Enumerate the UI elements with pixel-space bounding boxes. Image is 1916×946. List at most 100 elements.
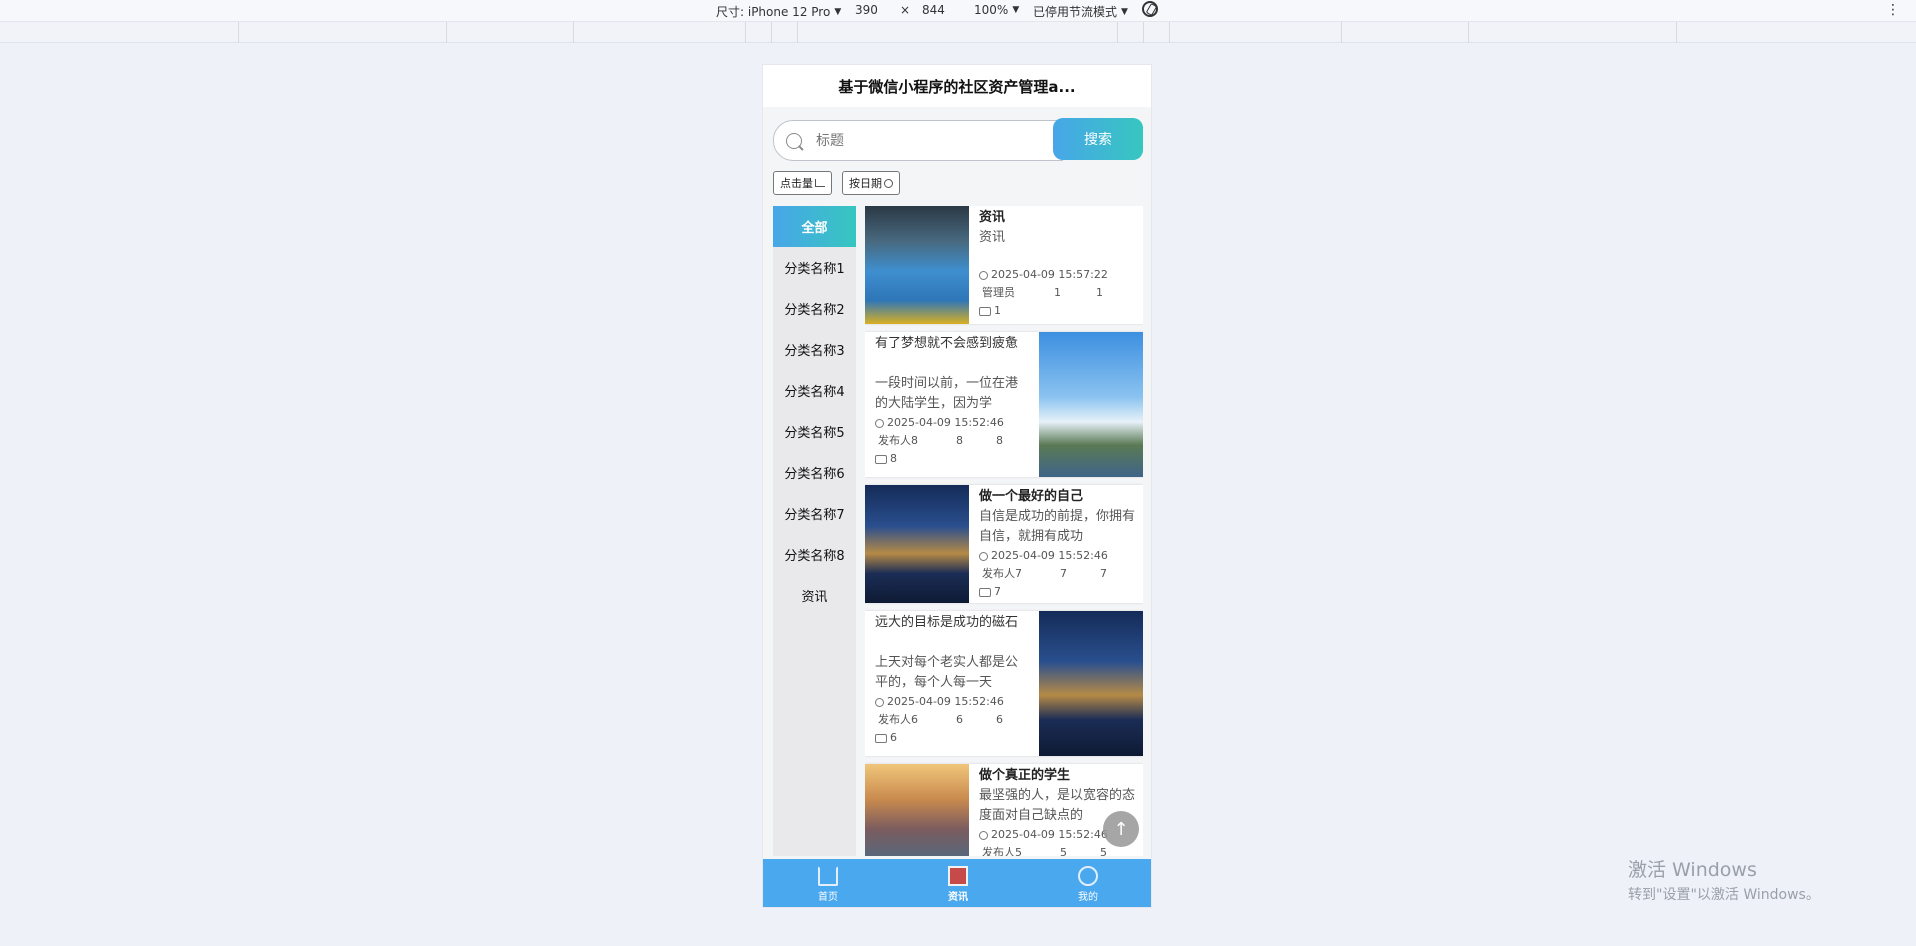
phone-viewport: 基于微信小程序的社区资产管理a... 搜索 点击量 按日期 全部 分类名称1 分… xyxy=(762,64,1152,908)
article-list: 资讯 资讯 2025-04-09 15:57:22 管理员 1 1 1 有了梦想… xyxy=(865,206,1143,856)
category-8[interactable]: 分类名称8 xyxy=(773,534,856,575)
chart-icon xyxy=(815,179,825,187)
article-date: 2025-04-09 15:52:46 xyxy=(991,549,1108,562)
article-image xyxy=(865,206,969,324)
arrow-up-icon: ↑ xyxy=(1113,818,1129,840)
tab-news-label: 资讯 xyxy=(948,891,968,903)
article-likes: 7 xyxy=(1060,567,1067,580)
article-favorites: 5 xyxy=(1100,846,1107,856)
article-favorites: 1 xyxy=(1096,286,1103,299)
category-all[interactable]: 全部 xyxy=(773,206,856,247)
clock-icon xyxy=(979,270,988,280)
category-1[interactable]: 分类名称1 xyxy=(773,247,856,288)
article-date: 2025-04-09 15:57:22 xyxy=(991,268,1108,281)
category-6[interactable]: 分类名称6 xyxy=(773,452,856,493)
chevron-down-icon: ▼ xyxy=(834,6,842,17)
tab-mine-label: 我的 xyxy=(1078,891,1098,903)
article-likes: 6 xyxy=(956,713,963,726)
sort-views-label: 点击量 xyxy=(780,177,813,190)
category-4[interactable]: 分类名称4 xyxy=(773,370,856,411)
views-icon xyxy=(875,454,887,464)
clock-icon xyxy=(979,830,988,840)
times-sign: × xyxy=(900,3,911,17)
article-views: 1 xyxy=(994,304,1001,317)
category-news[interactable]: 资讯 xyxy=(773,575,856,616)
views-icon xyxy=(979,587,991,597)
search-icon xyxy=(786,132,802,149)
article-author: 发布人7 xyxy=(982,567,1022,580)
tab-news[interactable]: 资讯 xyxy=(893,859,1023,907)
tab-mine[interactable]: 我的 xyxy=(1023,859,1151,907)
throttle-label: 已停用节流模式 xyxy=(1033,5,1118,19)
article-card[interactable]: 做个真正的学生 最坚强的人，是以宽容的态度面对自己缺点的 2025-04-09 … xyxy=(865,764,1143,856)
sort-by-date-button[interactable]: 按日期 xyxy=(842,171,900,195)
more-options-icon[interactable]: ⋮ xyxy=(1886,2,1900,18)
width-field[interactable]: 390 xyxy=(855,3,878,17)
article-favorites: 8 xyxy=(996,434,1003,447)
article-summary: 一段时间以前，一位在港的大陆学生，因为学 xyxy=(875,376,1019,411)
article-views: 8 xyxy=(890,452,897,465)
watermark-line1: 激活 Windows xyxy=(1628,859,1757,881)
height-field[interactable]: 844 xyxy=(922,3,945,17)
user-icon xyxy=(1078,865,1098,886)
category-5[interactable]: 分类名称5 xyxy=(773,411,856,452)
article-card[interactable]: 远大的目标是成功的磁石 上天对每个老实人都是公平的，每个人每一天 2025-04… xyxy=(865,611,1143,756)
category-sidebar: 全部 分类名称1 分类名称2 分类名称3 分类名称4 分类名称5 分类名称6 分… xyxy=(773,206,856,856)
article-image xyxy=(1039,332,1143,477)
views-icon xyxy=(875,733,887,743)
search-button[interactable]: 搜索 xyxy=(1053,118,1143,160)
sort-options: 点击量 按日期 xyxy=(773,171,900,195)
article-title: 做个真正的学生 xyxy=(979,768,1071,783)
article-author: 发布人8 xyxy=(878,434,918,447)
tab-home[interactable]: 首页 xyxy=(763,859,893,907)
clock-icon xyxy=(979,551,988,561)
views-icon xyxy=(979,306,991,316)
article-summary: 上天对每个老实人都是公平的，每个人每一天 xyxy=(875,655,1019,690)
back-to-top-button[interactable]: ↑ xyxy=(1103,811,1139,847)
chevron-down-icon: ▼ xyxy=(1121,6,1128,17)
article-image xyxy=(865,764,969,856)
chevron-down-icon: ▼ xyxy=(1012,5,1020,15)
zoom-selector[interactable]: 100% ▼ xyxy=(974,3,1019,17)
clock-icon xyxy=(875,697,884,707)
article-author: 发布人6 xyxy=(878,713,918,726)
category-7[interactable]: 分类名称7 xyxy=(773,493,856,534)
article-image xyxy=(1039,611,1143,756)
article-views: 6 xyxy=(890,731,897,744)
article-card[interactable]: 资讯 资讯 2025-04-09 15:57:22 管理员 1 1 1 xyxy=(865,206,1143,324)
sort-by-views-button[interactable]: 点击量 xyxy=(773,171,832,195)
article-date: 2025-04-09 15:52:46 xyxy=(991,828,1108,841)
device-label: 尺寸: iPhone 12 Pro xyxy=(716,5,831,19)
article-author: 发布人5 xyxy=(982,846,1022,856)
rotate-icon[interactable] xyxy=(1142,1,1158,17)
article-card[interactable]: 有了梦想就不会感到疲惫 一段时间以前，一位在港的大陆学生，因为学 2025-04… xyxy=(865,332,1143,477)
article-summary: 资讯 xyxy=(979,230,1006,245)
search-box[interactable] xyxy=(773,120,1063,161)
article-likes: 5 xyxy=(1060,846,1067,856)
article-views: 7 xyxy=(994,585,1001,598)
throttle-selector[interactable]: 已停用节流模式 ▼ xyxy=(1033,3,1128,20)
category-3[interactable]: 分类名称3 xyxy=(773,329,856,370)
article-date: 2025-04-09 15:52:46 xyxy=(887,416,1004,429)
article-date: 2025-04-09 15:52:46 xyxy=(887,695,1004,708)
tab-home-label: 首页 xyxy=(818,891,838,903)
article-title: 远大的目标是成功的磁石 xyxy=(875,615,1019,630)
page-title: 基于微信小程序的社区资产管理a... xyxy=(763,65,1151,107)
article-favorites: 7 xyxy=(1100,567,1107,580)
article-image xyxy=(865,485,969,603)
watermark-line2: 转到"设置"以激活 Windows。 xyxy=(1628,887,1820,903)
article-title: 资讯 xyxy=(979,210,1006,225)
news-icon xyxy=(948,865,968,886)
search-input[interactable] xyxy=(816,132,1016,149)
devtools-toolbar: 尺寸: iPhone 12 Pro ▼ 390 × 844 100% ▼ 已停用… xyxy=(0,0,1916,22)
category-2[interactable]: 分类名称2 xyxy=(773,288,856,329)
device-selector[interactable]: 尺寸: iPhone 12 Pro ▼ xyxy=(716,3,841,20)
article-card[interactable]: 做一个最好的自己 自信是成功的前提，你拥有自信，就拥有成功 2025-04-09… xyxy=(865,485,1143,603)
article-summary: 自信是成功的前提，你拥有自信，就拥有成功 xyxy=(979,509,1136,544)
article-likes: 8 xyxy=(956,434,963,447)
article-title: 有了梦想就不会感到疲惫 xyxy=(875,336,1019,351)
zoom-label: 100% xyxy=(974,3,1009,17)
clock-icon xyxy=(875,418,884,428)
search-bar: 搜索 xyxy=(773,118,1143,161)
sort-date-label: 按日期 xyxy=(849,177,882,190)
